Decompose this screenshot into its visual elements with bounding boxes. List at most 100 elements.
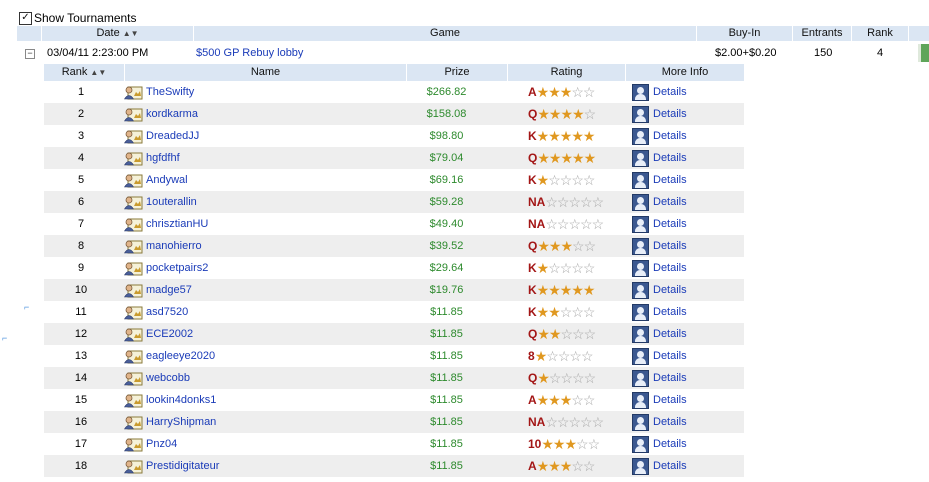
- header-player-rating[interactable]: Rating: [508, 64, 626, 81]
- table-row[interactable]: 18 Prestidigitateur $11.85 A ★★★☆☆ Details: [44, 455, 744, 477]
- player-name-link[interactable]: 1outerallin: [146, 191, 197, 213]
- profile-icon[interactable]: [632, 171, 649, 189]
- table-row[interactable]: 13 eagleeye2020 $11.85 8 ★☆☆☆☆ Details: [44, 345, 744, 367]
- table-row[interactable]: 1 TheSwifty $266.82 A ★★★☆☆ Details: [44, 81, 744, 103]
- show-tournaments-toggle[interactable]: ✓ Show Tournaments: [19, 10, 137, 26]
- user-card-icon[interactable]: [123, 459, 143, 474]
- profile-icon[interactable]: [632, 325, 649, 343]
- user-card-icon[interactable]: [123, 283, 143, 298]
- table-row[interactable]: 8 manohierro $39.52 Q ★★★☆☆ Details: [44, 235, 744, 257]
- table-row[interactable]: 12 ECE2002 $11.85 Q ★★☆☆☆ Details: [44, 323, 744, 345]
- details-link[interactable]: Details: [653, 235, 687, 257]
- profile-icon[interactable]: [632, 281, 649, 299]
- table-row[interactable]: 2 kordkarma $158.08 Q ★★★★☆ Details: [44, 103, 744, 125]
- details-link[interactable]: Details: [653, 301, 687, 323]
- details-link[interactable]: Details: [653, 455, 687, 477]
- player-name-link[interactable]: pocketpairs2: [146, 257, 208, 279]
- user-card-icon[interactable]: [123, 85, 143, 100]
- player-name-link[interactable]: madge57: [146, 279, 192, 301]
- table-row[interactable]: 17 Pnz04 $11.85 10 ★★★☆☆ Details: [44, 433, 744, 455]
- player-name-link[interactable]: Prestidigitateur: [146, 455, 219, 477]
- header-player-rank[interactable]: Rank ▲▼: [44, 64, 125, 81]
- user-card-icon[interactable]: [123, 107, 143, 122]
- table-row[interactable]: 9 pocketpairs2 $29.64 K ★☆☆☆☆ Details: [44, 257, 744, 279]
- user-card-icon[interactable]: [123, 261, 143, 276]
- player-name-link[interactable]: chrisztianHU: [146, 213, 208, 235]
- profile-icon[interactable]: [632, 303, 649, 321]
- table-row[interactable]: 6 1outerallin $59.28 NA ☆☆☆☆☆ Details: [44, 191, 744, 213]
- details-link[interactable]: Details: [653, 433, 687, 455]
- user-card-icon[interactable]: [123, 305, 143, 320]
- details-link[interactable]: Details: [653, 279, 687, 301]
- user-card-icon[interactable]: [123, 129, 143, 144]
- table-row[interactable]: 11 asd7520 $11.85 K ★★☆☆☆ Details: [44, 301, 744, 323]
- profile-icon[interactable]: [632, 149, 649, 167]
- details-link[interactable]: Details: [653, 213, 687, 235]
- profile-icon[interactable]: [632, 83, 649, 101]
- header-more-info[interactable]: More Info: [626, 64, 744, 81]
- header-entrants[interactable]: Entrants: [793, 26, 852, 41]
- player-name-link[interactable]: lookin4donks1: [146, 389, 216, 411]
- show-tournaments-checkbox[interactable]: ✓: [19, 11, 32, 25]
- user-card-icon[interactable]: [123, 327, 143, 342]
- table-row[interactable]: 7 chrisztianHU $49.40 NA ☆☆☆☆☆ Details: [44, 213, 744, 235]
- table-row[interactable]: 4 hgfdfhf $79.04 Q ★★★★★ Details: [44, 147, 744, 169]
- profile-icon[interactable]: [632, 413, 649, 431]
- user-card-icon[interactable]: [123, 393, 143, 408]
- user-card-icon[interactable]: [123, 437, 143, 452]
- user-card-icon[interactable]: [123, 151, 143, 166]
- profile-icon[interactable]: [632, 391, 649, 409]
- player-name-link[interactable]: Andywal: [146, 169, 188, 191]
- user-card-icon[interactable]: [123, 349, 143, 364]
- details-link[interactable]: Details: [653, 103, 687, 125]
- profile-icon[interactable]: [632, 215, 649, 233]
- player-name-link[interactable]: TheSwifty: [146, 81, 194, 103]
- user-card-icon[interactable]: [123, 415, 143, 430]
- profile-icon[interactable]: [632, 127, 649, 145]
- profile-icon[interactable]: [632, 435, 649, 453]
- player-name-link[interactable]: kordkarma: [146, 103, 198, 125]
- profile-icon[interactable]: [632, 237, 649, 255]
- profile-icon[interactable]: [632, 193, 649, 211]
- profile-icon[interactable]: [632, 457, 649, 475]
- tournament-game-link[interactable]: $500 GP Rebuy lobby: [196, 47, 303, 59]
- profile-icon[interactable]: [632, 369, 649, 387]
- user-card-icon[interactable]: [123, 217, 143, 232]
- details-link[interactable]: Details: [653, 411, 687, 433]
- details-link[interactable]: Details: [653, 345, 687, 367]
- details-link[interactable]: Details: [653, 257, 687, 279]
- header-date[interactable]: Date ▲▼: [42, 26, 194, 41]
- details-link[interactable]: Details: [653, 81, 687, 103]
- user-card-icon[interactable]: [123, 195, 143, 210]
- collapse-icon[interactable]: −: [25, 49, 35, 59]
- header-buyin[interactable]: Buy-In: [697, 26, 793, 41]
- details-link[interactable]: Details: [653, 147, 687, 169]
- profile-icon[interactable]: [632, 259, 649, 277]
- player-name-link[interactable]: Pnz04: [146, 433, 177, 455]
- profile-icon[interactable]: [632, 347, 649, 365]
- player-name-link[interactable]: hgfdfhf: [146, 147, 180, 169]
- player-name-link[interactable]: ECE2002: [146, 323, 193, 345]
- profile-icon[interactable]: [632, 105, 649, 123]
- header-player-name[interactable]: Name: [125, 64, 407, 81]
- table-row[interactable]: 5 Andywal $69.16 K ★☆☆☆☆ Details: [44, 169, 744, 191]
- player-name-link[interactable]: webcobb: [146, 367, 190, 389]
- player-name-link[interactable]: manohierro: [146, 235, 202, 257]
- table-row[interactable]: 3 DreadedJJ $98.80 K ★★★★★ Details: [44, 125, 744, 147]
- details-link[interactable]: Details: [653, 191, 687, 213]
- table-row[interactable]: 16 HarryShipman $11.85 NA ☆☆☆☆☆ Details: [44, 411, 744, 433]
- player-name-link[interactable]: HarryShipman: [146, 411, 216, 433]
- header-game[interactable]: Game: [194, 26, 697, 41]
- details-link[interactable]: Details: [653, 367, 687, 389]
- details-link[interactable]: Details: [653, 169, 687, 191]
- table-row[interactable]: 14 webcobb $11.85 Q ★☆☆☆☆ Details: [44, 367, 744, 389]
- table-row[interactable]: 15 lookin4donks1 $11.85 A ★★★☆☆ Details: [44, 389, 744, 411]
- table-row[interactable]: 10 madge57 $19.76 K ★★★★★ Details: [44, 279, 744, 301]
- header-player-prize[interactable]: Prize: [407, 64, 508, 81]
- user-card-icon[interactable]: [123, 239, 143, 254]
- details-link[interactable]: Details: [653, 323, 687, 345]
- player-name-link[interactable]: eagleeye2020: [146, 345, 215, 367]
- player-name-link[interactable]: DreadedJJ: [146, 125, 199, 147]
- user-card-icon[interactable]: [123, 173, 143, 188]
- details-link[interactable]: Details: [653, 389, 687, 411]
